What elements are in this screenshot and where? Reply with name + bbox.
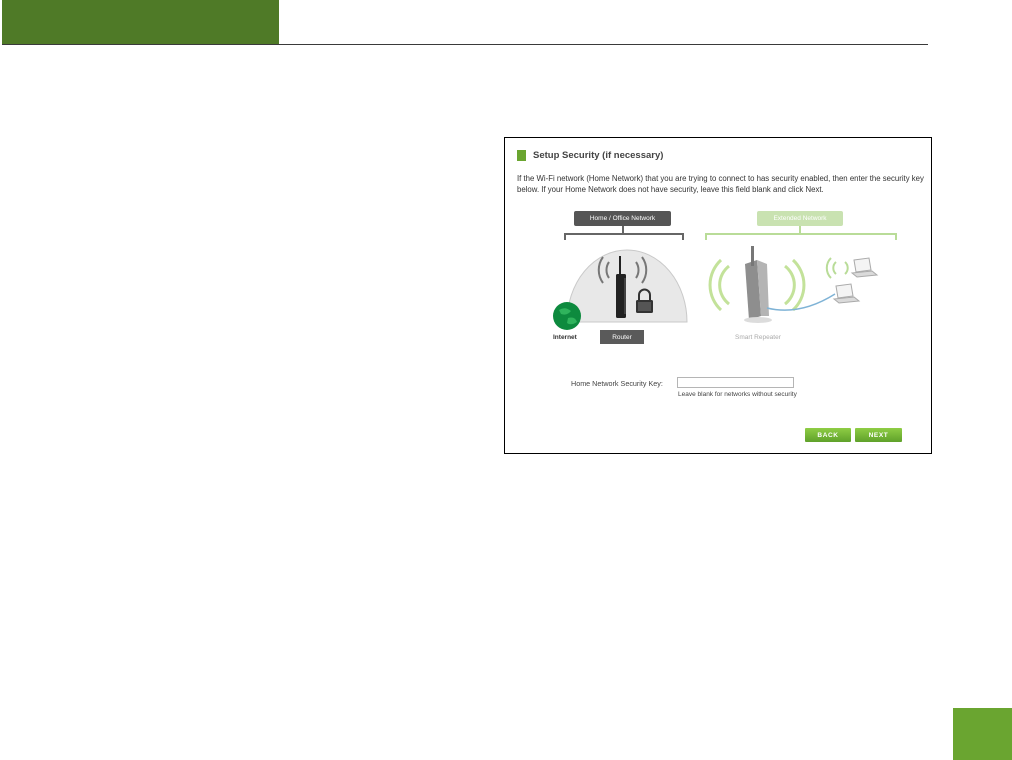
home-network-label: Home / Office Network	[574, 211, 671, 226]
page-number-badge	[953, 708, 1012, 760]
laptop-icon	[850, 257, 879, 278]
client-wifi-icon	[825, 257, 849, 279]
extended-network-bracket	[705, 226, 897, 240]
setup-security-screenshot: Setup Security (if necessary) If the Wi-…	[504, 137, 932, 454]
repeater-icon	[744, 246, 772, 323]
panel-title: Setup Security (if necessary)	[517, 148, 663, 162]
laptop-icon	[832, 283, 861, 304]
internet-label: Internet	[553, 334, 577, 341]
home-network-bracket	[564, 226, 684, 240]
header-tab	[2, 0, 279, 44]
security-key-label: Home Network Security Key:	[571, 379, 663, 388]
back-button[interactable]: BACK	[805, 428, 851, 442]
network-diagram: Home / Office Network Extended Network I…	[505, 208, 931, 348]
security-key-row: Home Network Security Key: Leave blank f…	[505, 377, 931, 407]
title-marker-icon	[517, 149, 526, 161]
router-label: Router	[600, 330, 644, 344]
smart-repeater-label: Smart Repeater	[735, 334, 781, 341]
panel-title-text: Setup Security (if necessary)	[533, 149, 664, 161]
extended-network-label: Extended Network	[757, 211, 843, 226]
intro-text: If the Wi-Fi network (Home Network) that…	[517, 174, 924, 194]
next-button[interactable]: NEXT	[855, 428, 902, 442]
security-key-hint: Leave blank for networks without securit…	[678, 391, 797, 398]
coverage-dome	[566, 249, 688, 323]
network-diagram-art	[553, 226, 897, 330]
security-key-input[interactable]	[677, 377, 794, 388]
globe-icon	[553, 302, 581, 330]
header-rule	[2, 44, 928, 45]
